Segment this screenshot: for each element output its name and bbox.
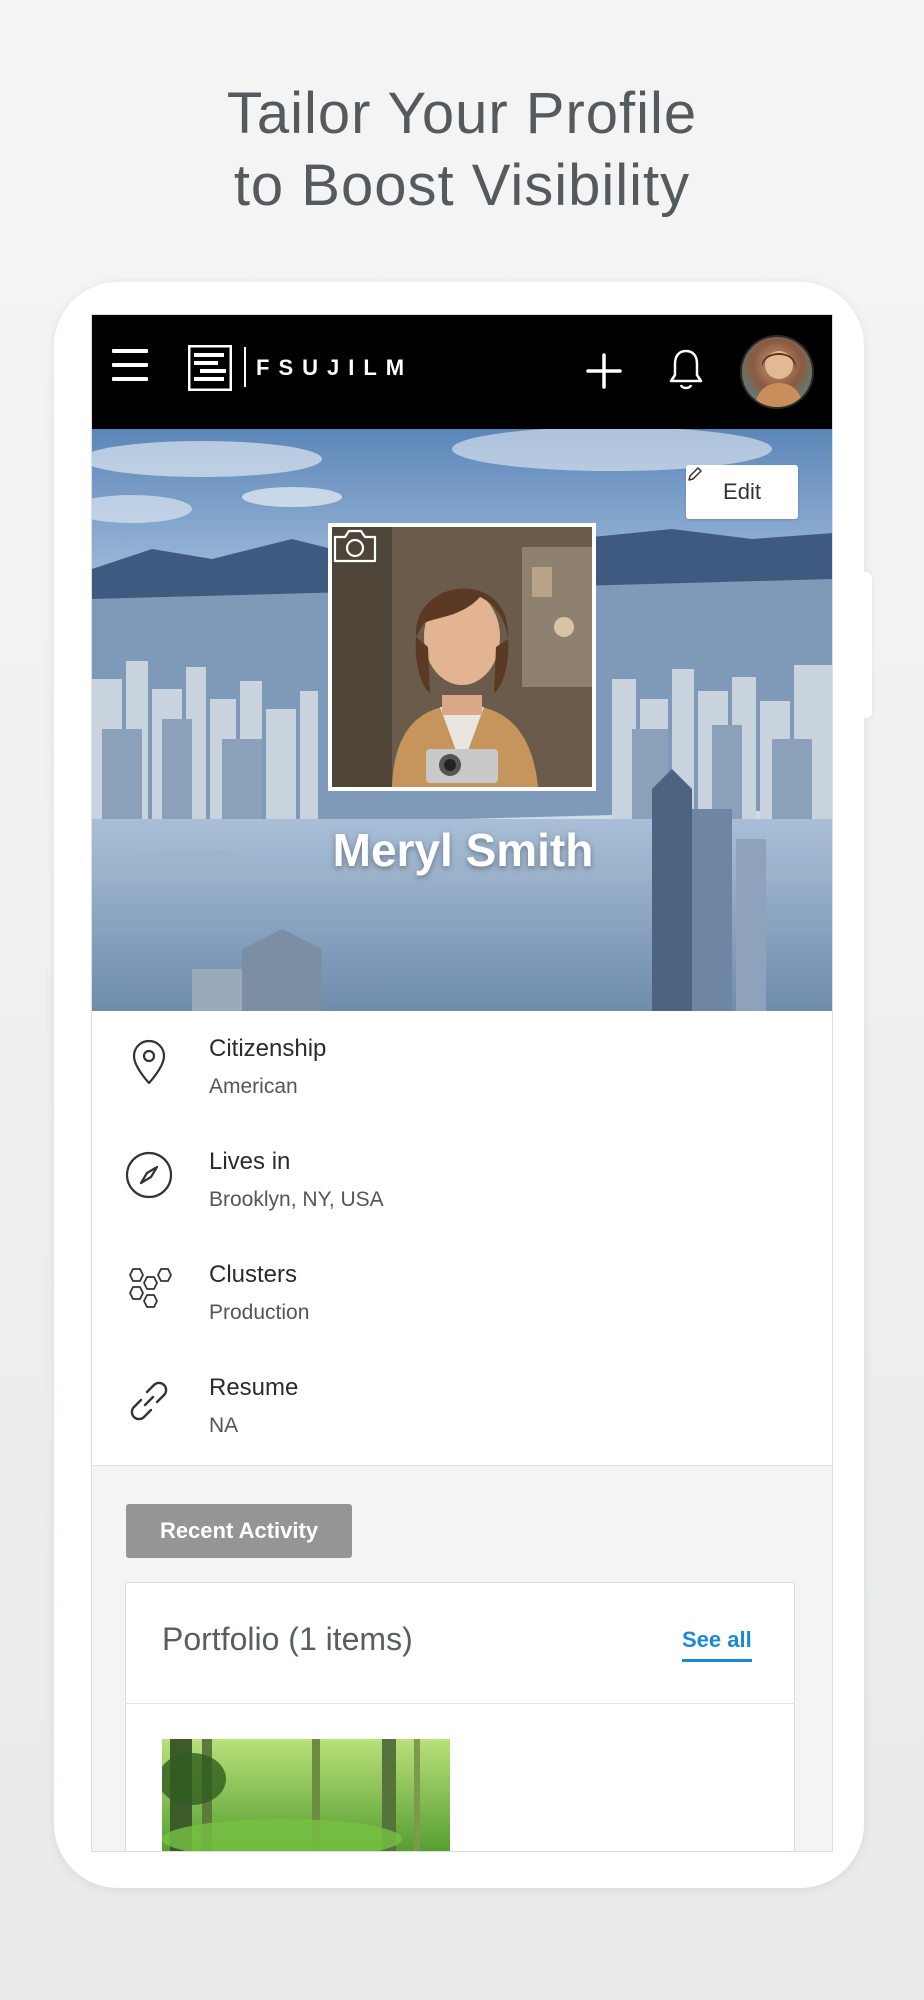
device-side-button <box>864 572 872 718</box>
edit-button-label: Edit <box>723 479 761 504</box>
profile-cover: Edit Meryl Smith <box>92 429 832 1011</box>
marketing-headline: Tailor Your Profile to Boost Visibility <box>0 78 924 222</box>
link-icon <box>130 1381 168 1421</box>
hamburger-menu-icon[interactable] <box>112 349 148 383</box>
profile-photo-image <box>332 527 592 787</box>
info-value: NA <box>209 1414 239 1437</box>
card-divider <box>126 1703 794 1704</box>
headline-line-1: Tailor Your Profile <box>226 81 698 146</box>
profile-photo[interactable] <box>328 523 596 791</box>
headline-line-2: to Boost Visibility <box>233 153 691 218</box>
portfolio-title: Portfolio (1 items) <box>162 1621 413 1657</box>
recent-activity-button[interactable]: Recent Activity <box>126 1504 352 1558</box>
camera-icon[interactable] <box>332 527 378 565</box>
pencil-icon <box>688 467 702 481</box>
app-screen: FSUJILM Edit Meryl Smith Citizenship Ame… <box>91 314 833 1852</box>
info-value: Brooklyn, NY, USA <box>209 1188 384 1211</box>
hexagon-cluster-icon <box>129 1268 172 1308</box>
info-row-clusters: Clusters Production <box>92 1237 832 1349</box>
location-pin-icon <box>132 1039 166 1085</box>
info-label: Resume <box>209 1374 299 1401</box>
see-all-link[interactable]: See all <box>682 1627 752 1662</box>
logo-mark-icon[interactable] <box>188 345 232 391</box>
profile-name: Meryl Smith <box>332 824 594 876</box>
portfolio-item-thumbnail[interactable] <box>162 1739 450 1851</box>
activity-section: Recent Activity Portfolio (1 items) See … <box>92 1465 832 1851</box>
info-label: Citizenship <box>209 1035 327 1062</box>
info-row-resume: Resume NA <box>92 1350 832 1462</box>
compass-icon <box>125 1151 173 1199</box>
portfolio-card: Portfolio (1 items) See all <box>125 1582 795 1851</box>
info-value: American <box>209 1075 298 1098</box>
logo-wordmark[interactable]: FSUJILM <box>256 355 413 381</box>
edit-profile-button[interactable]: Edit <box>686 465 798 519</box>
user-avatar[interactable] <box>740 335 814 409</box>
info-row-citizenship: Citizenship American <box>92 1011 832 1123</box>
forest-image <box>162 1739 450 1851</box>
info-label: Clusters <box>209 1261 298 1288</box>
info-row-lives-in: Lives in Brooklyn, NY, USA <box>92 1124 832 1236</box>
info-value: Production <box>209 1301 310 1324</box>
top-navigation-bar: FSUJILM <box>92 315 832 429</box>
logo-separator <box>244 347 246 387</box>
info-label: Lives in <box>209 1148 291 1175</box>
profile-info-list: Citizenship American Lives in Brooklyn, … <box>92 1011 832 1465</box>
bell-icon[interactable] <box>668 347 704 391</box>
plus-icon[interactable] <box>584 351 624 391</box>
